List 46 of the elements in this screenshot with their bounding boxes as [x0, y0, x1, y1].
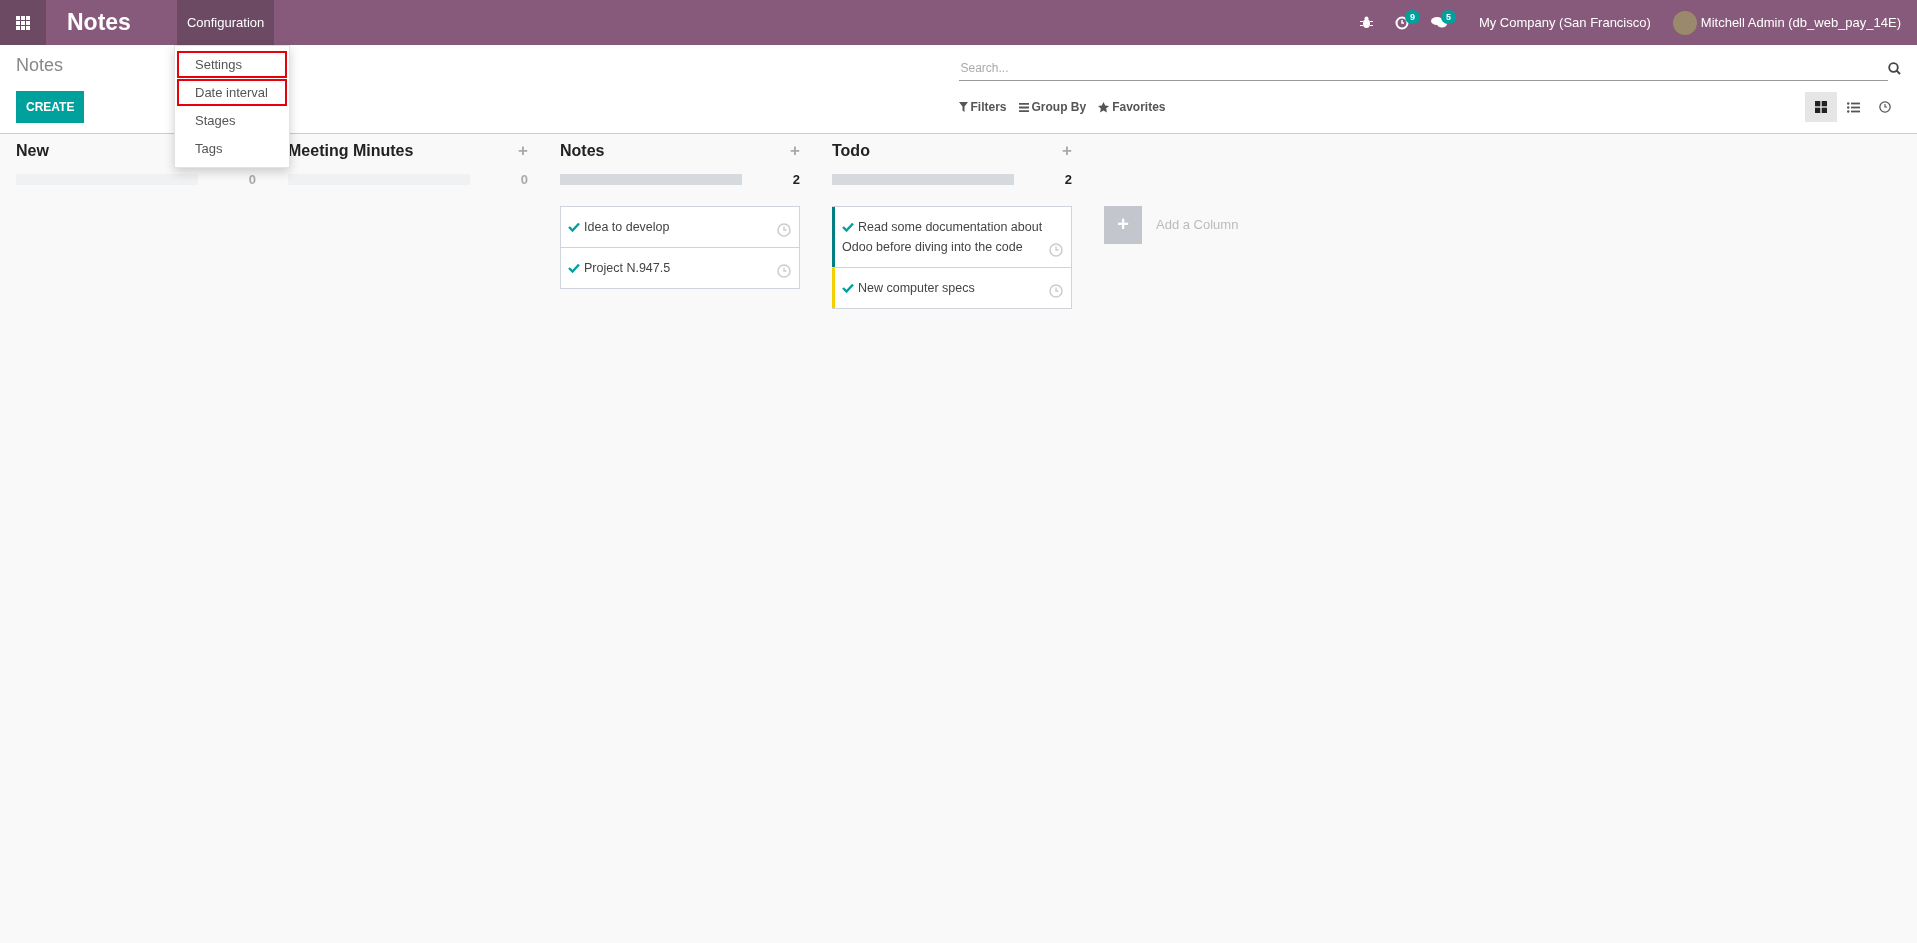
- kanban-card[interactable]: Read some documentation about Odoo before diving into the code: [832, 206, 1072, 268]
- dropdown-item[interactable]: Settings: [177, 51, 287, 78]
- column-title: New: [16, 142, 49, 160]
- apps-menu-button[interactable]: [0, 0, 46, 45]
- card-title: Read some documentation about Odoo before diving into the code: [842, 219, 1044, 256]
- breadcrumb: Notes: [16, 55, 64, 75]
- dropdown-item[interactable]: Stages: [177, 107, 287, 134]
- filter-button[interactable]: Favorites: [1098, 100, 1166, 114]
- check-icon: [568, 263, 580, 273]
- view-switch-button[interactable]: [1805, 92, 1837, 122]
- kanban-view-icon: [1815, 101, 1827, 113]
- kanban-card[interactable]: Project N.947.5: [560, 247, 800, 289]
- column-title: Meeting Minutes: [288, 142, 414, 160]
- check-icon: [842, 283, 854, 293]
- star-icon: [1098, 101, 1110, 113]
- record-count: 2: [792, 172, 800, 187]
- check-icon: [568, 222, 580, 232]
- funnel-icon: [958, 102, 968, 112]
- search-icon[interactable]: [1888, 61, 1901, 75]
- kanban-card[interactable]: Idea to develop: [560, 206, 800, 248]
- message-count-badge: 5: [1440, 10, 1456, 24]
- check-icon: [842, 222, 854, 232]
- card-title: Idea to develop: [568, 217, 773, 237]
- card-title: New computer specs: [842, 278, 1045, 298]
- filter-button[interactable]: Group By: [1018, 100, 1087, 114]
- menu-icon: [1018, 102, 1029, 112]
- user-menu[interactable]: Mitchell Admin (db_web_pay_14E): [1700, 15, 1901, 30]
- column-title: Todo: [832, 142, 870, 160]
- record-count: 0: [520, 172, 528, 187]
- dropdown-item[interactable]: Tags: [177, 135, 287, 162]
- search-field[interactable]: Search...: [958, 55, 1888, 81]
- record-count: 0: [248, 172, 256, 187]
- company-switcher[interactable]: My Company (San Francisco): [1478, 15, 1651, 30]
- bug-icon[interactable]: [1359, 16, 1373, 29]
- list-view-icon: [1846, 101, 1860, 113]
- app-title: Notes: [67, 9, 131, 36]
- record-count: 2: [1064, 172, 1072, 187]
- kanban-card[interactable]: New computer specs: [832, 267, 1072, 309]
- grid-icon: [16, 15, 30, 30]
- filter-button[interactable]: Filters: [958, 100, 1007, 114]
- dropdown-item[interactable]: Date interval: [177, 79, 287, 106]
- activity-count-badge: 9: [1404, 9, 1420, 24]
- column-title: Notes: [560, 142, 605, 160]
- menu-item[interactable]: Configuration: [176, 0, 275, 45]
- card-title: Project N.947.5: [568, 258, 773, 278]
- clock-view-icon[interactable]: [1879, 101, 1891, 113]
